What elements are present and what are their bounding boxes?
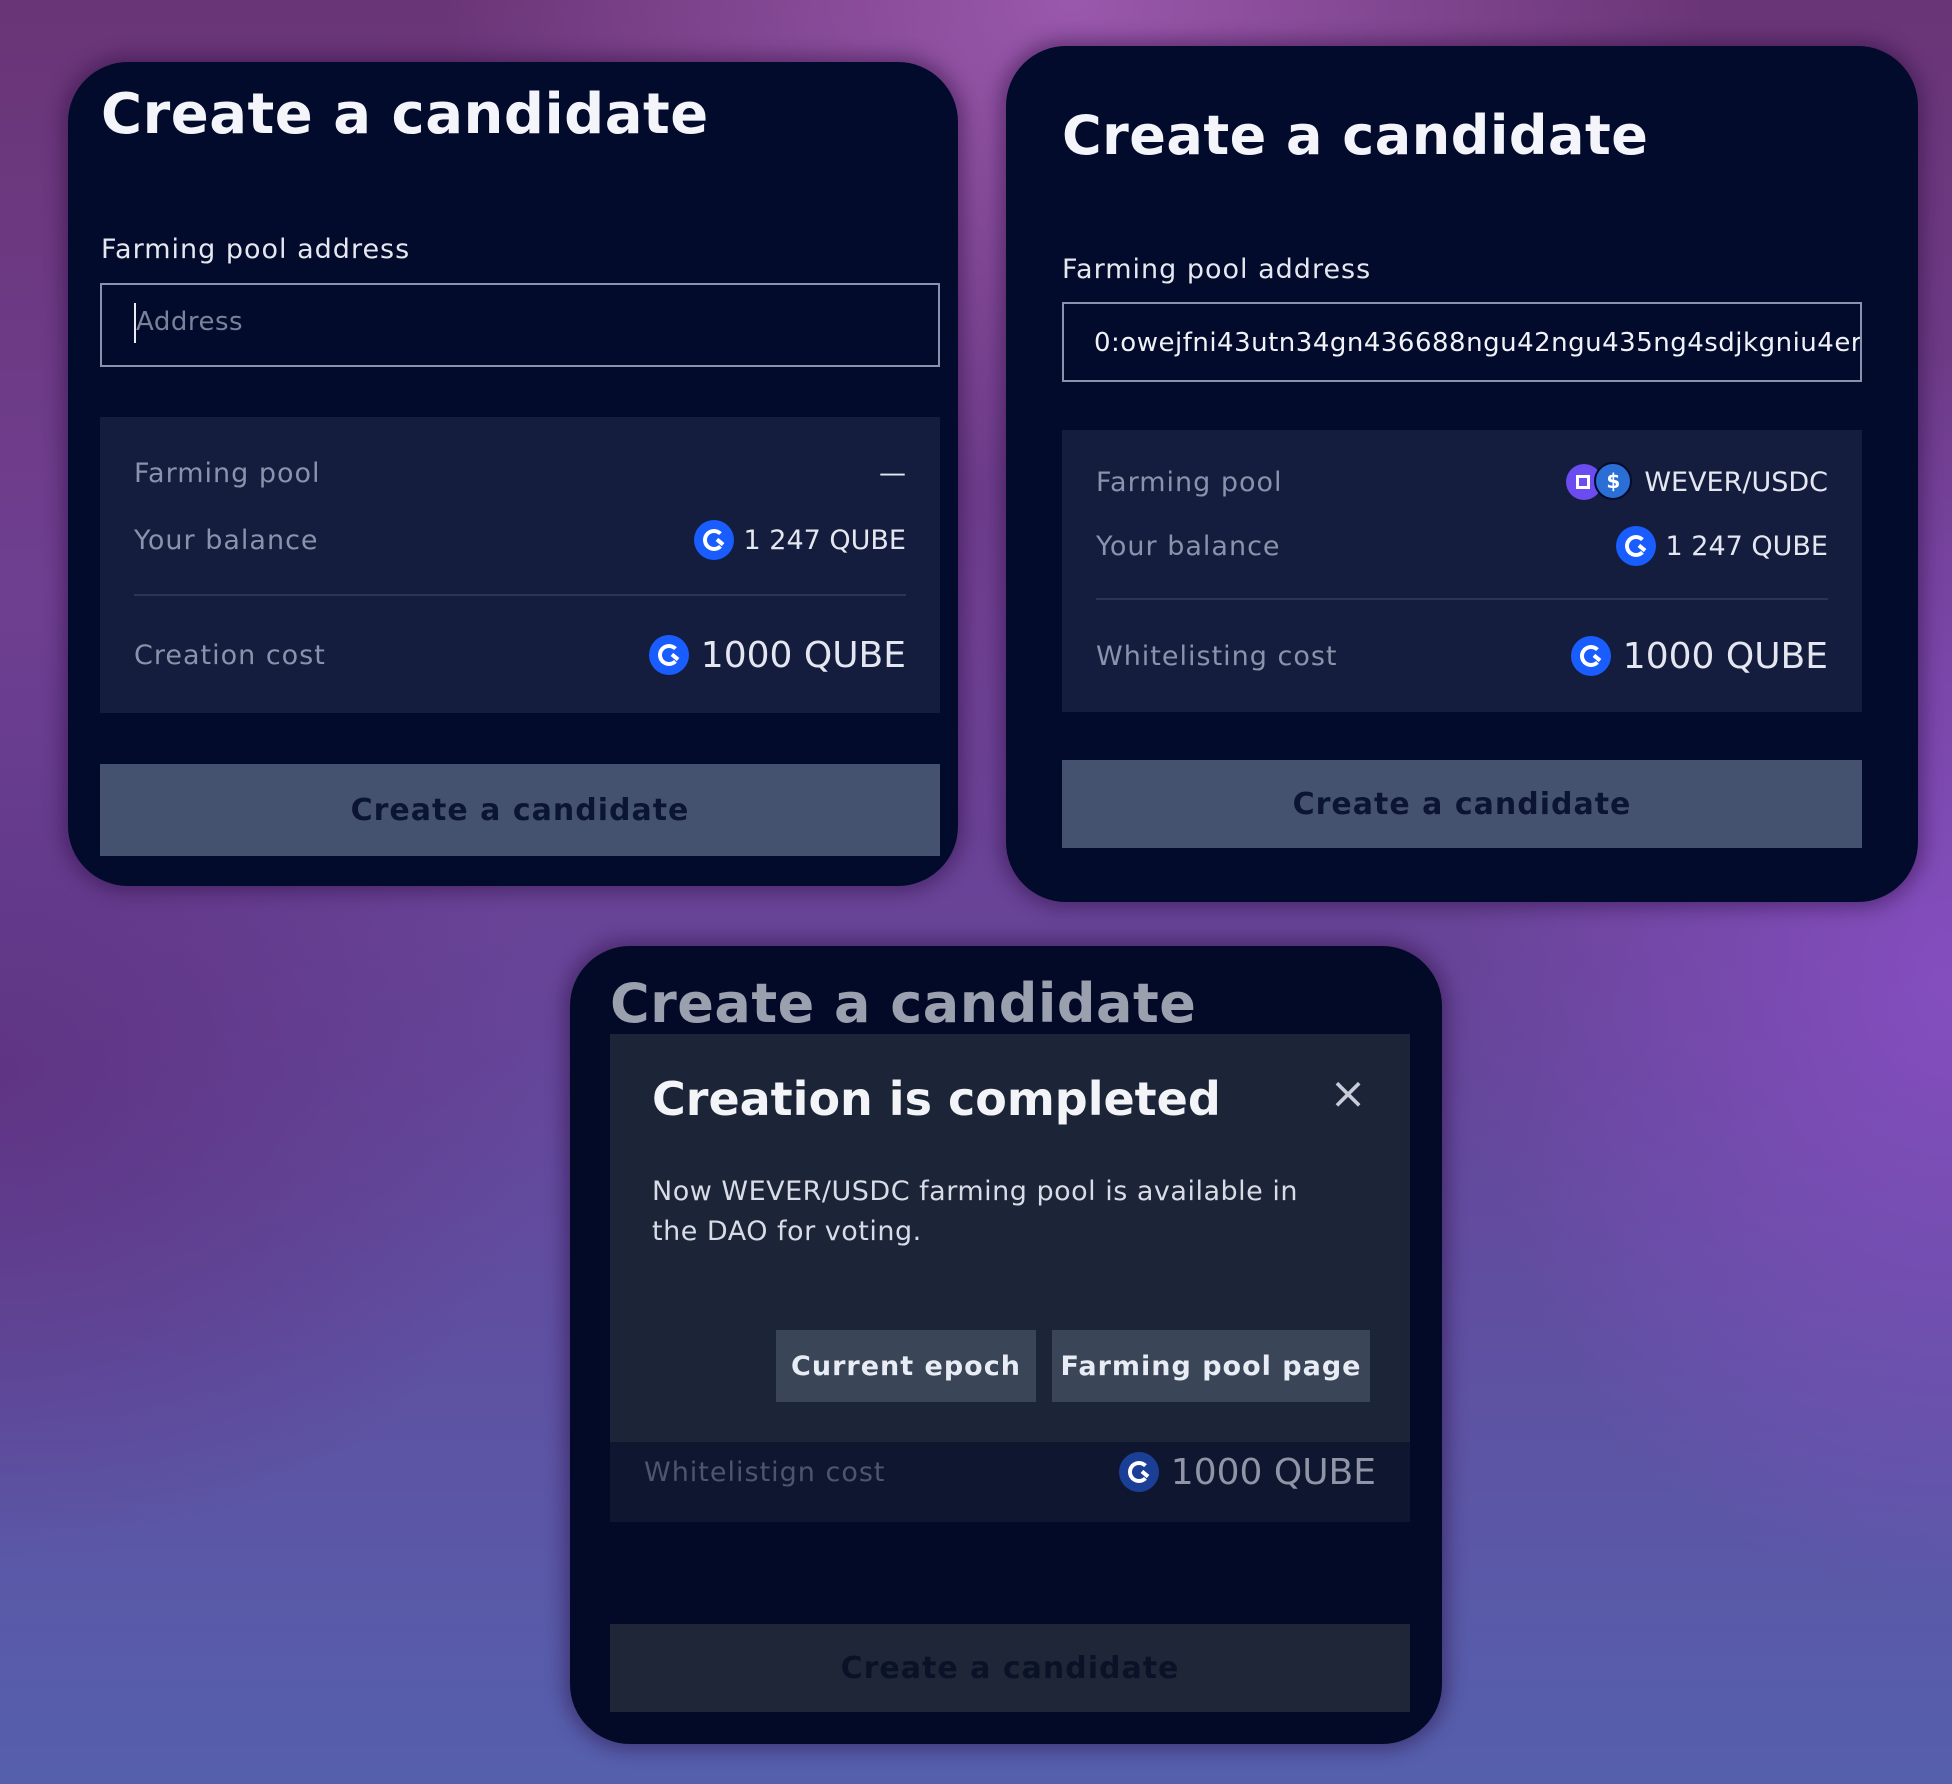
cost-row: Whitelisting cost 1000 QUBE (1096, 634, 1828, 678)
create-candidate-card-filled: Create a candidate Farming pool address … (1006, 46, 1918, 902)
create-candidate-card-modal: Create a candidate Whitelistign cost 100… (570, 946, 1442, 1744)
create-candidate-button[interactable]: Create a candidate (1062, 760, 1862, 848)
farming-pool-value: — (879, 457, 906, 489)
modal-title: Creation is completed (652, 1072, 1221, 1126)
panel-divider (1096, 598, 1828, 600)
creation-completed-modal: Creation is completed × Now WEVER/USDC f… (610, 1034, 1410, 1442)
usdc-token-icon: $ (1594, 462, 1633, 500)
farming-pool-label: Farming pool (134, 457, 321, 489)
create-candidate-button[interactable]: Create a candidate (610, 1624, 1410, 1712)
address-value: 0:owejfni43utn34gn436688ngu42ngu435ng4sd… (1094, 328, 1862, 358)
address-input[interactable]: Address (100, 283, 940, 367)
address-placeholder: Address (136, 307, 244, 337)
current-epoch-button[interactable]: Current epoch (776, 1330, 1036, 1402)
farming-pool-label: Farming pool (1096, 466, 1283, 498)
cost-row: Creation cost 1000 QUBE (134, 633, 906, 677)
create-candidate-button[interactable]: Create a candidate (100, 764, 940, 856)
balance-value: 1 247 QUBE (743, 524, 906, 556)
balance-value: 1 247 QUBE (1665, 530, 1828, 562)
farming-pool-page-button[interactable]: Farming pool page (1052, 1330, 1370, 1402)
qube-token-icon (1615, 526, 1656, 566)
balance-value-group: 1 247 QUBE (1615, 526, 1828, 566)
balance-label: Your balance (134, 524, 319, 556)
qube-token-icon (648, 635, 689, 675)
balance-row: Your balance 1 247 QUBE (1096, 524, 1828, 568)
address-label: Farming pool address (1062, 254, 1372, 285)
card-title: Create a candidate (1062, 104, 1649, 167)
qube-token-icon (1570, 636, 1611, 676)
cost-label: Whitelisting cost (1096, 640, 1338, 672)
panel-divider (134, 594, 906, 596)
balance-label: Your balance (1096, 530, 1281, 562)
cost-label: Whitelistign cost (644, 1456, 886, 1488)
create-candidate-card-empty: Create a candidate Farming pool address … (68, 62, 958, 886)
address-input[interactable]: 0:owejfni43utn34gn436688ngu42ngu435ng4sd… (1062, 302, 1862, 382)
cost-label: Creation cost (134, 639, 326, 671)
cost-value-group: 1000 QUBE (648, 634, 906, 676)
close-icon[interactable]: × (1328, 1072, 1368, 1116)
cost-value: 1000 QUBE (700, 634, 906, 676)
farming-pool-value: WEVER/USDC (1644, 466, 1828, 498)
qube-token-icon (1118, 1452, 1159, 1492)
cost-value-group: 1000 QUBE (1118, 1451, 1376, 1493)
farming-pool-row: Farming pool — (134, 451, 906, 495)
qube-token-icon (693, 520, 734, 560)
wever-usdc-pair-icon: $ (1566, 462, 1634, 502)
card-title: Create a candidate (610, 972, 1197, 1035)
cost-value: 1000 QUBE (1622, 635, 1828, 677)
address-label: Farming pool address (101, 234, 411, 265)
farming-pool-row: Farming pool $ WEVER/USDC (1096, 460, 1828, 504)
modal-message: Now WEVER/USDC farming pool is available… (652, 1176, 1298, 1247)
balance-value-group: 1 247 QUBE (693, 520, 906, 560)
cost-value-group: 1000 QUBE (1570, 635, 1828, 677)
balance-row: Your balance 1 247 QUBE (134, 518, 906, 562)
pool-info-panel: Farming pool — Your balance 1 247 QUBE C… (100, 417, 940, 713)
cost-row: Whitelistign cost 1000 QUBE (644, 1450, 1376, 1494)
farming-pool-value-group: $ WEVER/USDC (1566, 462, 1828, 502)
cost-value: 1000 QUBE (1170, 1451, 1376, 1493)
card-title: Create a candidate (101, 82, 709, 147)
pool-info-panel: Farming pool $ WEVER/USDC Your balance 1… (1062, 430, 1862, 712)
